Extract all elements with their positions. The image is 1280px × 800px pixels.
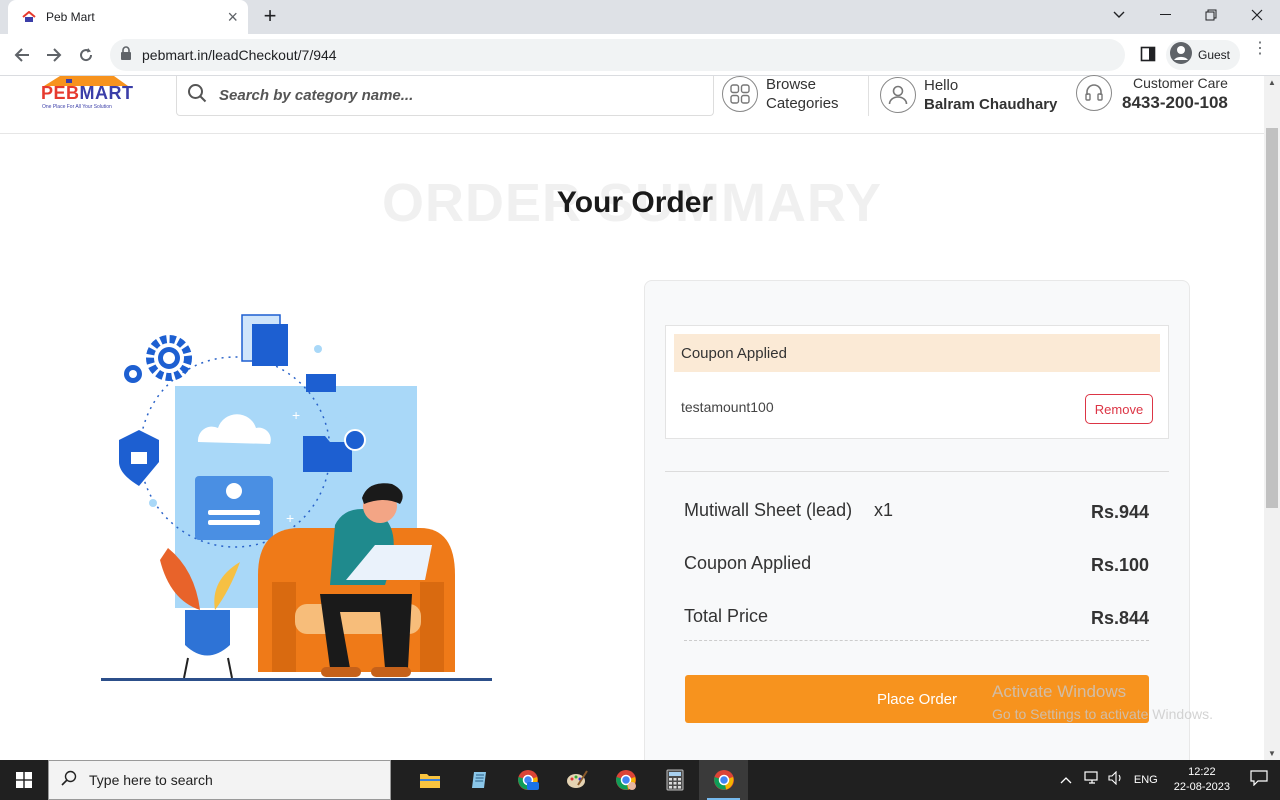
notification-icon[interactable] bbox=[1250, 769, 1268, 791]
coupon-discount-amount: Rs.100 bbox=[1090, 555, 1149, 575]
remove-coupon-button[interactable]: Remove bbox=[1085, 394, 1153, 424]
item-price: Rs.944 bbox=[1090, 502, 1149, 522]
paint-app-icon[interactable] bbox=[552, 760, 601, 800]
category-search-box bbox=[176, 76, 714, 116]
lock-icon[interactable] bbox=[120, 45, 132, 65]
tab-search-icon[interactable] bbox=[1096, 0, 1142, 30]
browse-label-line2: Categories bbox=[766, 95, 839, 112]
scroll-down-icon[interactable]: ▼ bbox=[1268, 749, 1276, 758]
total-row: Total Price Rs.844 bbox=[684, 606, 1149, 632]
close-window-icon[interactable] bbox=[1234, 0, 1280, 30]
chrome-active-icon[interactable] bbox=[699, 760, 748, 800]
site-favicon-icon bbox=[22, 10, 36, 24]
taskbar-search-input[interactable] bbox=[89, 772, 369, 788]
scrollbar-thumb[interactable] bbox=[1266, 128, 1278, 508]
category-search-input[interactable] bbox=[219, 87, 679, 104]
svg-text:+: + bbox=[286, 510, 294, 526]
item-row: Mutiwall Sheet (lead) x1 Rs.944 bbox=[684, 500, 1149, 526]
search-icon[interactable] bbox=[187, 83, 207, 108]
customer-care[interactable]: Customer Care 8433-200-108 bbox=[1076, 74, 1228, 112]
logo-text: PEBMART bbox=[41, 83, 134, 104]
user-name: Balram Chaudhary bbox=[924, 96, 1058, 113]
headset-icon bbox=[1076, 75, 1112, 111]
scroll-up-icon[interactable]: ▲ bbox=[1268, 78, 1276, 87]
profile-label: Guest bbox=[1198, 48, 1231, 62]
chrome-profile-icon[interactable] bbox=[601, 760, 650, 800]
logo-text-peb: PEB bbox=[41, 83, 80, 103]
coupon-box: Coupon Applied testamount100 Remove bbox=[665, 325, 1169, 439]
side-panel-icon[interactable] bbox=[1140, 46, 1156, 67]
language-indicator[interactable]: ENG bbox=[1134, 774, 1158, 786]
restore-icon[interactable] bbox=[1188, 0, 1234, 30]
item-name: Mutiwall Sheet (lead) bbox=[684, 500, 853, 520]
logo-text-mart: MART bbox=[79, 83, 134, 103]
customer-care-label: Customer Care bbox=[1132, 75, 1228, 91]
activate-windows-hint: Go to Settings to activate Windows. bbox=[992, 706, 1213, 722]
browse-categories[interactable]: Browse Categories bbox=[722, 75, 839, 113]
profile-button[interactable]: Guest bbox=[1166, 40, 1240, 70]
back-icon[interactable] bbox=[10, 43, 34, 67]
customer-care-phone[interactable]: 8433-200-108 bbox=[1122, 93, 1228, 112]
total-price-label: Total Price bbox=[684, 606, 769, 626]
calculator-app-icon[interactable] bbox=[650, 760, 699, 800]
header-divider bbox=[868, 76, 869, 116]
windows-taskbar: ENG 12:22 22-08-2023 bbox=[0, 760, 1280, 800]
clock-time: 12:22 bbox=[1188, 766, 1216, 778]
grid-icon bbox=[722, 76, 758, 112]
tray-chevron-up-icon[interactable] bbox=[1060, 771, 1072, 789]
new-tab-icon[interactable]: + bbox=[258, 4, 282, 28]
user-account[interactable]: Hello Balram Chaudhary bbox=[880, 76, 1057, 114]
coupon-discount-label: Coupon Applied bbox=[684, 553, 812, 573]
browse-label-line1: Browse bbox=[766, 76, 817, 93]
site-header: PEBMART One Place For All Your Solution … bbox=[0, 74, 1264, 134]
reload-icon[interactable] bbox=[74, 43, 98, 67]
address-bar[interactable]: pebmart.in/leadCheckout/7/944 bbox=[110, 39, 1125, 71]
file-explorer-icon[interactable] bbox=[405, 760, 454, 800]
coupon-code: testamount100 bbox=[681, 399, 774, 415]
windows-start-icon[interactable] bbox=[0, 760, 48, 800]
taskbar-clock[interactable]: 12:22 22-08-2023 bbox=[1174, 765, 1230, 795]
summary-divider bbox=[665, 471, 1169, 472]
url-text: pebmart.in/leadCheckout/7/944 bbox=[142, 47, 337, 63]
page-title: Your Order bbox=[556, 186, 714, 219]
activate-windows-watermark: Activate Windows bbox=[992, 682, 1127, 701]
forward-icon[interactable] bbox=[42, 43, 66, 67]
taskbar-apps bbox=[405, 760, 748, 800]
pebmart-logo[interactable]: PEBMART One Place For All Your Solution bbox=[40, 76, 133, 116]
volume-icon[interactable] bbox=[1108, 770, 1124, 790]
profile-avatar-icon bbox=[1170, 41, 1192, 69]
coupon-row: Coupon Applied Rs.100 bbox=[684, 553, 1149, 579]
browser-toolbar: pebmart.in/leadCheckout/7/944 Guest ⋮ bbox=[0, 34, 1280, 76]
chrome-seo-profile-icon[interactable] bbox=[503, 760, 552, 800]
order-illustration: + + bbox=[95, 300, 505, 690]
user-icon bbox=[880, 77, 916, 113]
svg-text:+: + bbox=[292, 407, 300, 423]
total-price-amount: Rs.844 bbox=[1090, 608, 1149, 628]
clock-date: 22-08-2023 bbox=[1173, 781, 1230, 793]
page-scrollbar[interactable]: ▲ ▼ bbox=[1264, 76, 1280, 760]
tab-close-icon[interactable]: × bbox=[227, 8, 238, 26]
taskbar-search[interactable] bbox=[48, 760, 391, 800]
notepad-app-icon[interactable] bbox=[454, 760, 503, 800]
logo-tagline: One Place For All Your Solution bbox=[42, 104, 112, 110]
hello-label: Hello bbox=[924, 77, 959, 94]
tab-title: Peb Mart bbox=[46, 10, 95, 24]
browser-tab[interactable]: Peb Mart × bbox=[8, 0, 248, 34]
browser-tab-bar: Peb Mart × + bbox=[0, 0, 1280, 34]
system-tray: ENG 12:22 22-08-2023 bbox=[1060, 760, 1280, 800]
coupon-heading: Coupon Applied bbox=[674, 334, 1160, 372]
browser-menu-icon[interactable]: ⋮ bbox=[1252, 41, 1268, 57]
total-dashed-divider bbox=[684, 640, 1149, 641]
network-icon[interactable] bbox=[1084, 770, 1100, 790]
item-quantity: x1 bbox=[874, 500, 894, 520]
taskbar-search-icon bbox=[61, 770, 77, 791]
minimize-icon[interactable] bbox=[1142, 0, 1188, 30]
